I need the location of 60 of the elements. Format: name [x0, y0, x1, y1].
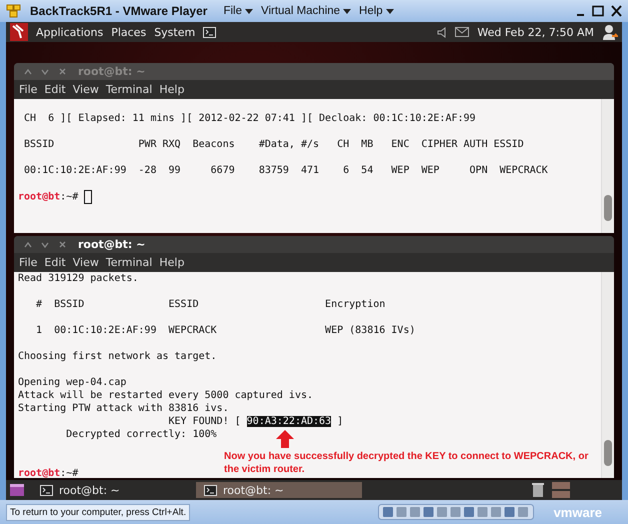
- taskbar-item[interactable]: root@bt: ~: [32, 482, 188, 498]
- terminal-line: Starting PTW attack with 83816 ivs.: [18, 402, 229, 414]
- terminal-line: Decrypted correctly: 100%: [65, 428, 217, 440]
- app-logo-icon: [6, 4, 22, 18]
- terminal-line: CH 6 ][ Elapsed: 11 mins ][ 2012-02-22 07:41 ][ Decloak: 00:1C:10:2E:AF:99: [23, 113, 476, 124]
- terminal-title: root@bt: ~: [78, 65, 146, 78]
- menu-item[interactable]: View: [72, 83, 99, 96]
- window-title: BackTrack5R1 - VMware Player: [30, 4, 208, 18]
- menu-item[interactable]: Virtual Machine: [260, 5, 352, 17]
- menu-item[interactable]: Help: [159, 256, 184, 269]
- panel-menu[interactable]: Places: [111, 26, 146, 38]
- shell-prompt: root@bt:~#: [18, 192, 78, 203]
- menu-item[interactable]: Help: [359, 5, 394, 17]
- trash-icon[interactable]: [532, 482, 544, 498]
- terminal-line: # BSSID ESSID Encryption: [35, 298, 386, 310]
- annotation-text: Now you have successfully decrypted the KEY to connect to WEPCRACK, or the victim router.: [224, 450, 590, 476]
- shell-prompt: root@bt:~#: [18, 468, 78, 478]
- user-icon[interactable]: [602, 24, 618, 40]
- caret-icon: [244, 8, 253, 14]
- panel-menu[interactable]: System: [154, 26, 196, 38]
- device-icons-drawing[interactable]: [378, 504, 534, 520]
- menu-item[interactable]: File: [19, 83, 38, 96]
- terminal-title: root@bt: ~: [78, 238, 146, 251]
- terminal-icon[interactable]: [203, 26, 216, 38]
- menu-item[interactable]: Help: [159, 83, 184, 96]
- menu-item[interactable]: Terminal: [106, 256, 152, 269]
- caret-icon: [343, 8, 352, 14]
- terminal-line: Read 319129 packets.: [18, 272, 138, 284]
- speaker-icon[interactable]: [437, 26, 448, 38]
- terminal-icon: [204, 484, 217, 496]
- caret-icon: [386, 8, 394, 14]
- desktop-icon[interactable]: [10, 484, 24, 496]
- terminal-line: Opening wep-04.cap: [18, 376, 126, 388]
- dragon-logo-icon[interactable]: [10, 23, 28, 41]
- vmware-logo: vmware: [554, 504, 602, 520]
- window-buttons-icon[interactable]: [576, 5, 622, 17]
- scrollbar[interactable]: [601, 272, 614, 478]
- workspace-switcher-icon[interactable]: [552, 482, 570, 498]
- terminal-line: Attack will be restarted every 5000 captured ivs.: [18, 390, 314, 401]
- terminal-icon: [40, 484, 53, 496]
- arrow-icon: [276, 430, 294, 448]
- menu-item[interactable]: Edit: [44, 256, 66, 269]
- menu-item[interactable]: File: [19, 256, 38, 269]
- terminal-line: 00:1C:10:2E:AF:99 -28 99 6679 83759 471 6 54 WEP WEP OPN WEPCRACK: [23, 165, 548, 176]
- taskbar-label: root@bt: ~: [223, 484, 284, 496]
- taskbar-item[interactable]: root@bt: ~: [196, 482, 362, 498]
- clock[interactable]: Wed Feb 22, 7:50 AM: [477, 26, 594, 38]
- scrollbar[interactable]: [601, 99, 614, 233]
- taskbar-label: root@bt: ~: [59, 484, 120, 496]
- terminal-line: KEY FOUND! [ 90:A3:22:AD:63 ]: [168, 416, 344, 427]
- panel-menu[interactable]: Applications: [36, 26, 104, 38]
- mail-icon[interactable]: [455, 27, 470, 37]
- menu-item[interactable]: View: [72, 256, 99, 269]
- terminal-line: 1 00:1C:10:2E:AF:99 WEPCRACK WEP (83816 IVs): [35, 324, 416, 336]
- menu-item[interactable]: Edit: [44, 83, 66, 96]
- menu-item[interactable]: Terminal: [106, 83, 152, 96]
- menu-item[interactable]: File: [223, 5, 253, 17]
- terminal-line: BSSID PWR RXQ Beacons #Data, #/s CH MB ENC CIPHER AUTH ESSID: [23, 139, 524, 150]
- status-hint: To return to your computer, press Ctrl+Alt.: [6, 504, 190, 520]
- terminal-line: Choosing first network as target.: [18, 350, 217, 362]
